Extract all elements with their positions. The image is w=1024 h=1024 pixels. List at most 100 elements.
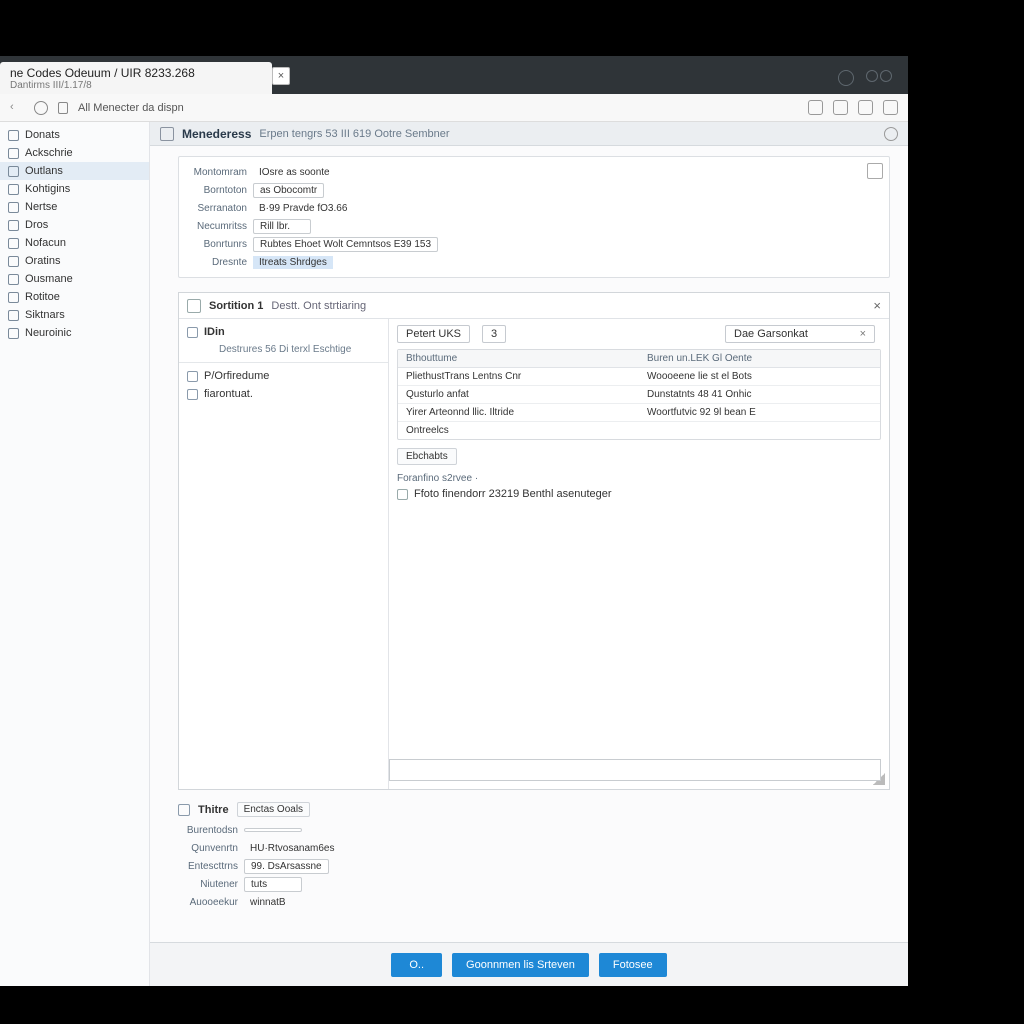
toolbar-icon[interactable]: [833, 100, 848, 115]
tree-item[interactable]: P/Orfiredume: [179, 367, 388, 385]
primary-button[interactable]: Goonnmen lis Srteven: [452, 953, 589, 977]
control-icon-pair[interactable]: [866, 70, 894, 86]
detail-panel: Sortition 1 Destt. Ont strtiaring × IDin…: [178, 292, 890, 790]
folder-icon: [187, 327, 198, 338]
column-header: Buren un.LEK Gl Oente: [639, 350, 880, 367]
sidebar-item[interactable]: Donats: [0, 126, 149, 144]
lock-icon: [58, 102, 68, 114]
filter-pill[interactable]: Petert UKS: [397, 325, 470, 343]
nav-icon: [8, 256, 19, 267]
property-list: Bthouttume Buren un.LEK Gl Oente Pliethu…: [397, 349, 881, 440]
field-label: Qunvenrtn: [178, 843, 244, 854]
section-tag[interactable]: Enctas Ooals: [237, 802, 310, 817]
nav-icon: [8, 274, 19, 285]
field-label: Burentodsn: [178, 825, 244, 836]
header-form: MontomramIOsre as soonteBorntotonas Oboc…: [178, 156, 890, 278]
tag-chip[interactable]: Ebchabts: [397, 448, 457, 465]
sidebar-item[interactable]: Ackschrie: [0, 144, 149, 162]
sidebar-item[interactable]: Ousmane: [0, 270, 149, 288]
form-row: AuooeekurwinnatB: [178, 893, 890, 911]
gear-icon[interactable]: [884, 127, 898, 141]
filter-pill[interactable]: Dae Garsonkat ×: [725, 325, 875, 343]
form-row: NecumritssRill lbr.: [187, 217, 881, 235]
module-icon: [160, 127, 174, 141]
form-row: QunvenrtnHU·Rtvosanam6es: [178, 839, 890, 857]
sidebar-item[interactable]: Nofacun: [0, 234, 149, 252]
detail-subtitle: Destt. Ont strtiaring: [271, 300, 366, 312]
action-bar: O.. Goonnmen lis Srteven Fotosee: [150, 942, 908, 986]
sub-heading: Foranfino s2rvee ·: [397, 473, 881, 484]
section-title: Thitre: [198, 804, 229, 816]
sidebar-item[interactable]: Rotitoe: [0, 288, 149, 306]
sidebar-item[interactable]: Nertse: [0, 198, 149, 216]
sidebar-item[interactable]: Neuroinic: [0, 324, 149, 342]
field-label: Niutener: [178, 879, 244, 890]
property-row[interactable]: Qusturlo anfatDunstatnts 48 41 Onhic: [398, 386, 880, 404]
property-row[interactable]: PliethustTrans Lentns CnrWoooeene lie st…: [398, 368, 880, 386]
toolbar-icon[interactable]: [883, 100, 898, 115]
column-header: Bthouttume: [398, 350, 639, 367]
field-value[interactable]: [244, 828, 302, 832]
expand-icon[interactable]: [867, 163, 883, 179]
form-row: Burentodsn: [178, 821, 890, 839]
text-input[interactable]: [389, 759, 881, 781]
section-icon: [178, 804, 190, 816]
form-row: Entescttrns99. DsArsassne: [178, 857, 890, 875]
nav-icon: [8, 220, 19, 231]
nav-icon: [8, 202, 19, 213]
back-icon[interactable]: ‹: [10, 101, 24, 115]
tree-root[interactable]: IDin: [179, 323, 388, 341]
sidebar-item[interactable]: Kohtigins: [0, 180, 149, 198]
checkbox-icon[interactable]: [397, 489, 408, 500]
checkbox-row[interactable]: Ffoto finendorr 23219 Benthl asenuteger: [397, 488, 881, 500]
detail-editor: Petert UKS 3 Dae Garsonkat ×: [389, 319, 889, 789]
sidebar-item[interactable]: Outlans: [0, 162, 149, 180]
sidebar-item[interactable]: Siktnars: [0, 306, 149, 324]
close-icon[interactable]: ×: [860, 328, 866, 340]
detail-tree: IDin Destrures 56 Di terxl Eschtige P/Or…: [179, 319, 389, 789]
tree-note: Destrures 56 Di terxl Eschtige: [179, 341, 388, 358]
field-value: HU·Rtvosanam6es: [244, 842, 340, 855]
tab-close-icon[interactable]: ×: [272, 67, 290, 85]
field-value: Itreats Shrdges: [253, 256, 333, 269]
toolbar-icon[interactable]: [808, 100, 823, 115]
form-row: SerranatonB·99 Pravde fO3.66: [187, 199, 881, 217]
nav-icon: [8, 292, 19, 303]
ok-button[interactable]: O..: [391, 953, 442, 977]
filter-pill-tag[interactable]: 3: [482, 325, 506, 343]
property-row[interactable]: Yirer Arteonnd llic. IltrideWoortfutvic …: [398, 404, 880, 422]
reload-icon[interactable]: [34, 101, 48, 115]
nav-icon: [8, 148, 19, 159]
section-icon: [187, 299, 201, 313]
nav-icon: [8, 166, 19, 177]
toolbar-icon[interactable]: [858, 100, 873, 115]
breadcrumb-title: Menederess: [182, 127, 251, 141]
footer-form: Thitre Enctas Ooals Burentodsn QunvenrtnH…: [178, 802, 890, 911]
field-label: Bonrtunrs: [187, 239, 253, 250]
browser-tab[interactable]: ne Codes Odeuum / UIR 8233.268 Dantirms …: [0, 62, 272, 94]
sidebar: DonatsAckschrieOutlansKohtiginsNertseDro…: [0, 122, 150, 986]
field-value[interactable]: 99. DsArsassne: [244, 859, 329, 874]
address-bar: ‹ All Menecter da dispn: [0, 94, 908, 122]
field-label: Entescttrns: [178, 861, 244, 872]
sidebar-item[interactable]: Dros: [0, 216, 149, 234]
field-value[interactable]: Rill lbr.: [253, 219, 311, 234]
nav-icon: [8, 310, 19, 321]
field-label: Necumritss: [187, 221, 253, 232]
sidebar-item[interactable]: Oratins: [0, 252, 149, 270]
property-row[interactable]: Ontreelcs: [398, 422, 880, 439]
breadcrumb: Menederess Erpen tengrs 53 III 619 Ootre…: [150, 122, 908, 146]
control-icon[interactable]: [838, 70, 854, 86]
item-icon: [187, 371, 198, 382]
form-row: DresnteItreats Shrdges: [187, 253, 881, 271]
nav-icon: [8, 130, 19, 141]
field-value[interactable]: tuts: [244, 877, 302, 892]
url-text[interactable]: All Menecter da dispn: [78, 102, 798, 114]
field-value[interactable]: Rubtes Ehoet Wolt Cemntsos E39 153: [253, 237, 438, 252]
close-icon[interactable]: ×: [873, 298, 881, 313]
field-value: winnatB: [244, 896, 292, 909]
field-value[interactable]: as Obocomtr: [253, 183, 324, 198]
secondary-button[interactable]: Fotosee: [599, 953, 667, 977]
form-row: MontomramIOsre as soonte: [187, 163, 881, 181]
tree-item[interactable]: fiarontuat.: [179, 385, 388, 403]
